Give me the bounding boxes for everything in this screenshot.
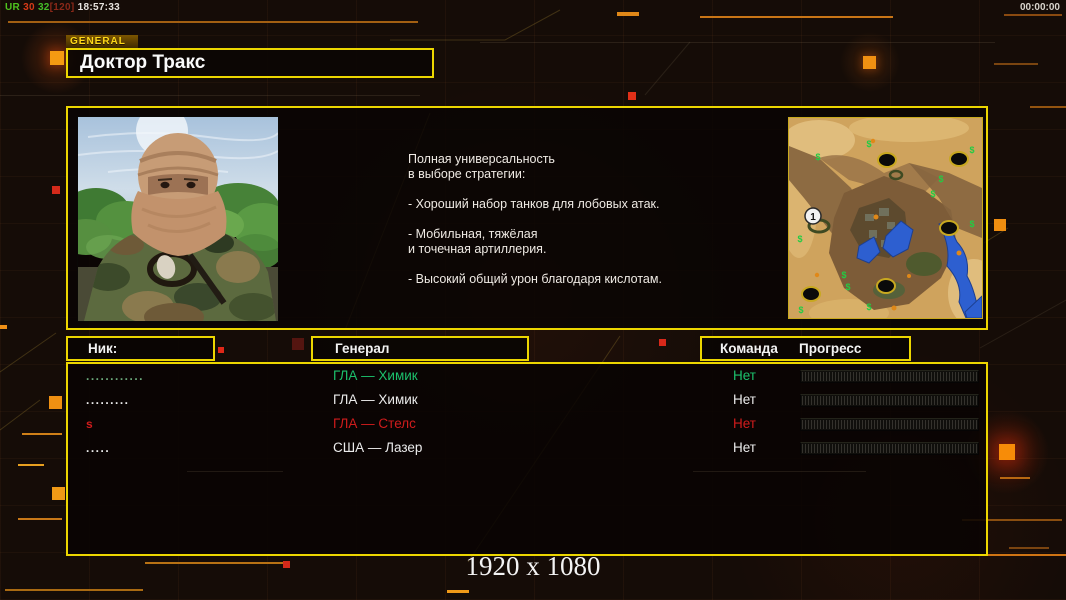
player-row: ............ ГЛА — Химик Нет (68, 365, 986, 387)
decor-square (999, 444, 1015, 460)
column-header-label: Команда (720, 341, 778, 356)
debug-segment: 18:57:33 (74, 2, 121, 13)
general-portrait-image (77, 116, 279, 322)
decor-line (145, 562, 283, 564)
column-header-label: Прогресс (799, 341, 862, 356)
column-header-label: Ник: (88, 341, 118, 356)
player-nick: ............ (86, 369, 145, 383)
decor-square (659, 339, 666, 346)
player-nick: ......... (86, 393, 130, 407)
resource-icon: $ (969, 145, 974, 155)
debug-readout: UR 30 32[120] 18:57:33 (5, 2, 120, 13)
decor-square (0, 325, 7, 329)
resource-icon: $ (930, 189, 935, 199)
player-list-panel: ............ ГЛА — Химик Нет ......... Г… (66, 362, 988, 556)
decor-line (700, 16, 893, 18)
decor-line (1004, 14, 1062, 16)
decor-square (292, 338, 304, 350)
player-general: ГЛА — Химик (333, 368, 418, 383)
resource-icon: $ (866, 302, 871, 312)
general-description: Полная универсальность в выборе стратеги… (408, 152, 662, 286)
decor-line (617, 12, 639, 16)
general-name: Доктор Тракс (80, 52, 206, 73)
map-preview: 1 $ $ $ $ $ $ $ $ $ $ $ (787, 116, 984, 320)
column-header-general: Генерал (311, 336, 529, 361)
resource-icon: $ (969, 219, 974, 229)
player-general: ГЛА — Стелс (333, 416, 416, 431)
resolution-caption: 1920 x 1080 (465, 551, 601, 581)
loading-screen: UR 30 32[120] 18:57:33 00:00:00 GENERAL … (0, 0, 1066, 600)
player-team: Нет (733, 416, 756, 431)
decor-line (8, 21, 418, 23)
load-progress-bar (800, 370, 979, 383)
decor-line (1030, 106, 1066, 108)
resource-icon: $ (841, 270, 846, 280)
load-progress-bar (800, 418, 979, 431)
general-profile-panel: Полная универсальность в выборе стратеги… (66, 106, 988, 330)
decor-line (480, 42, 995, 43)
resource-icon: $ (815, 152, 820, 162)
decor-square (52, 487, 65, 500)
resource-icon: $ (845, 282, 850, 292)
player-start-marker: 1 (804, 207, 822, 225)
start-number: 1 (810, 212, 816, 223)
debug-segment: [120] (49, 2, 75, 13)
player-general: ГЛА — Химик (333, 392, 418, 407)
debug-segment: 32 (34, 2, 50, 13)
column-header-label: Генерал (335, 341, 390, 356)
debug-segment: 30 (20, 2, 35, 13)
decor-line (187, 471, 283, 472)
general-title-box: Доктор Тракс (66, 48, 434, 78)
debug-segment: UR (5, 2, 21, 13)
player-row: s ГЛА — Стелс Нет (68, 413, 986, 435)
decor-square (52, 186, 60, 194)
decor-line (693, 471, 866, 472)
decor-line (18, 464, 44, 466)
column-header-nick: Ник: (66, 336, 215, 361)
player-row: ..... США — Лазер Нет (68, 437, 986, 459)
decor-square (49, 396, 62, 409)
decor-line (1000, 477, 1030, 479)
decor-line (994, 63, 1038, 65)
player-nick: ..... (86, 441, 111, 455)
game-timer: 00:00:00 (1019, 2, 1060, 13)
player-team: Нет (733, 440, 756, 455)
load-progress-bar (800, 394, 979, 407)
decor-line (5, 589, 143, 591)
decor-square (863, 56, 876, 69)
resource-icon: $ (798, 305, 803, 315)
decor-square (994, 219, 1006, 231)
player-team: Нет (733, 392, 756, 407)
decor-square (50, 51, 64, 65)
player-nick: s (86, 417, 95, 431)
decor-line (22, 433, 62, 435)
decor-line (0, 95, 420, 96)
resource-icon: $ (797, 234, 802, 244)
decor-line (1009, 547, 1049, 549)
decor-line (18, 518, 62, 520)
resource-icon: $ (866, 139, 871, 149)
column-header-team-progress: Команда Прогресс (700, 336, 911, 361)
decor-square (283, 561, 290, 568)
general-tag: GENERAL (66, 35, 138, 48)
load-progress-bar (800, 442, 979, 455)
decor-line (447, 590, 469, 593)
player-team: Нет (733, 368, 756, 383)
decor-square (218, 347, 224, 353)
decor-square (628, 92, 636, 100)
player-row: ......... ГЛА — Химик Нет (68, 389, 986, 411)
resource-icon: $ (938, 174, 943, 184)
player-general: США — Лазер (333, 440, 423, 455)
